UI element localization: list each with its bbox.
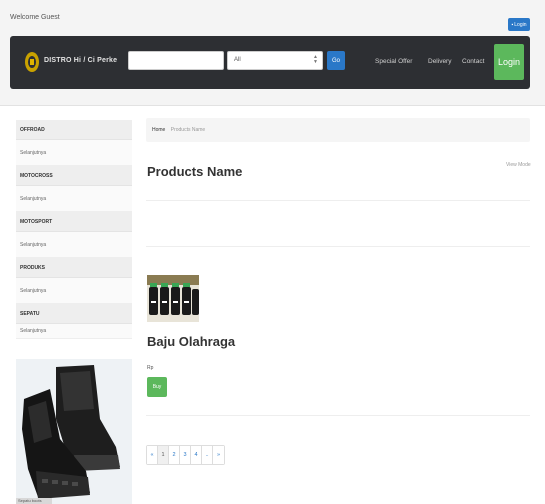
category-select-value: All — [234, 57, 241, 63]
buy-button[interactable]: Buy — [147, 377, 167, 397]
chevron-updown-icon: ▲ ▼ — [313, 54, 318, 65]
welcome-text: Welcome Guest — [10, 14, 60, 21]
divider — [146, 246, 530, 247]
divider — [146, 415, 530, 416]
category-sidebar: OFFROAD Selanjutnya MOTOCROSS Selanjutny… — [16, 120, 132, 339]
breadcrumb-current: Products Name — [170, 127, 206, 133]
pagination-ellipsis: .. — [202, 446, 213, 464]
pagination-page[interactable]: 4 — [191, 446, 202, 464]
pagination: « 1 2 3 4 .. » — [146, 445, 225, 465]
product-image — [147, 275, 199, 322]
page-title: Products Name — [147, 164, 243, 179]
boots-image — [16, 359, 132, 504]
user-icon: ▪ — [511, 21, 514, 28]
product-thumbnail[interactable] — [147, 275, 199, 322]
category-more-link[interactable]: Selanjutnya — [16, 278, 132, 304]
category-more-link[interactable]: Selanjutnya — [16, 232, 132, 258]
category-more-link[interactable]: Selanjutnya — [16, 140, 132, 166]
product-price: Rp — [147, 365, 154, 371]
brand-name[interactable]: DISTRO Hi / Ci Perke — [44, 57, 117, 64]
category-heading[interactable]: MOTOSPORT — [16, 212, 132, 232]
brand-logo-icon[interactable] — [24, 50, 40, 74]
top-strip: Welcome Guest ▪ Login DISTRO Hi / Ci Per… — [0, 0, 545, 106]
category-heading[interactable]: SEPATU — [16, 304, 132, 324]
category-more-link[interactable]: Selanjutnya — [16, 324, 132, 339]
pagination-page[interactable]: 1 — [158, 446, 169, 464]
pagination-page[interactable]: 3 — [180, 446, 191, 464]
product-name[interactable]: Baju Olahraga — [147, 334, 235, 349]
nav-link-special-offer[interactable]: Special Offer — [375, 58, 412, 65]
pagination-page[interactable]: 2 — [169, 446, 180, 464]
category-heading[interactable]: MOTOCROSS — [16, 166, 132, 186]
nav-link-contact[interactable]: Contact — [462, 58, 484, 65]
main-navbar: DISTRO Hi / Ci Perke All ▲ ▼ Go Special O… — [10, 36, 530, 89]
pagination-prev[interactable]: « — [147, 446, 158, 464]
divider — [146, 200, 530, 201]
pagination-next[interactable]: » — [213, 446, 224, 464]
top-account-button[interactable]: ▪ Login — [508, 18, 530, 31]
top-button-label: Login — [514, 21, 527, 28]
search-input[interactable] — [128, 51, 224, 70]
image-caption: Sepatu boots — [16, 498, 52, 504]
search-go-button[interactable]: Go — [327, 51, 345, 70]
login-button[interactable]: Login — [494, 44, 524, 80]
category-more-link[interactable]: Selanjutnya — [16, 186, 132, 212]
category-heading[interactable]: OFFROAD — [16, 120, 132, 140]
nav-link-delivery[interactable]: Delivery — [428, 58, 451, 65]
sidebar-promo-image[interactable]: Sepatu boots — [16, 359, 132, 504]
view-mode-link[interactable]: View Mode — [506, 162, 531, 168]
breadcrumb-home-link[interactable]: Home — [152, 127, 165, 133]
breadcrumb: Home Products Name — [146, 118, 530, 142]
category-heading[interactable]: PRODUKS — [16, 258, 132, 278]
category-select[interactable]: All ▲ ▼ — [227, 51, 323, 70]
